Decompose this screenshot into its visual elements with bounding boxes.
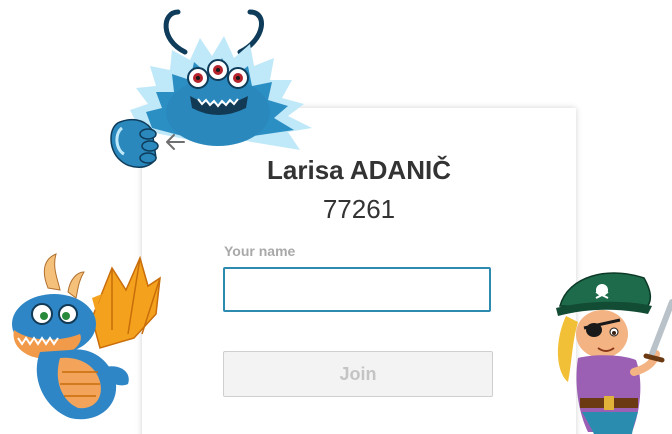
join-button[interactable]: Join [223,351,493,397]
login-stage: Larisa ADANIČ 77261 Your name Join [0,0,672,434]
class-code-text: 77261 [322,194,396,224]
dragon-mascot-illustration [12,253,161,420]
your-name-label: Your name [224,243,296,259]
arrow-left-icon[interactable] [164,131,188,153]
monster-mascot-illustration [110,9,312,168]
pirate-mascot-illustration [556,272,672,434]
your-name-input[interactable] [223,267,491,312]
